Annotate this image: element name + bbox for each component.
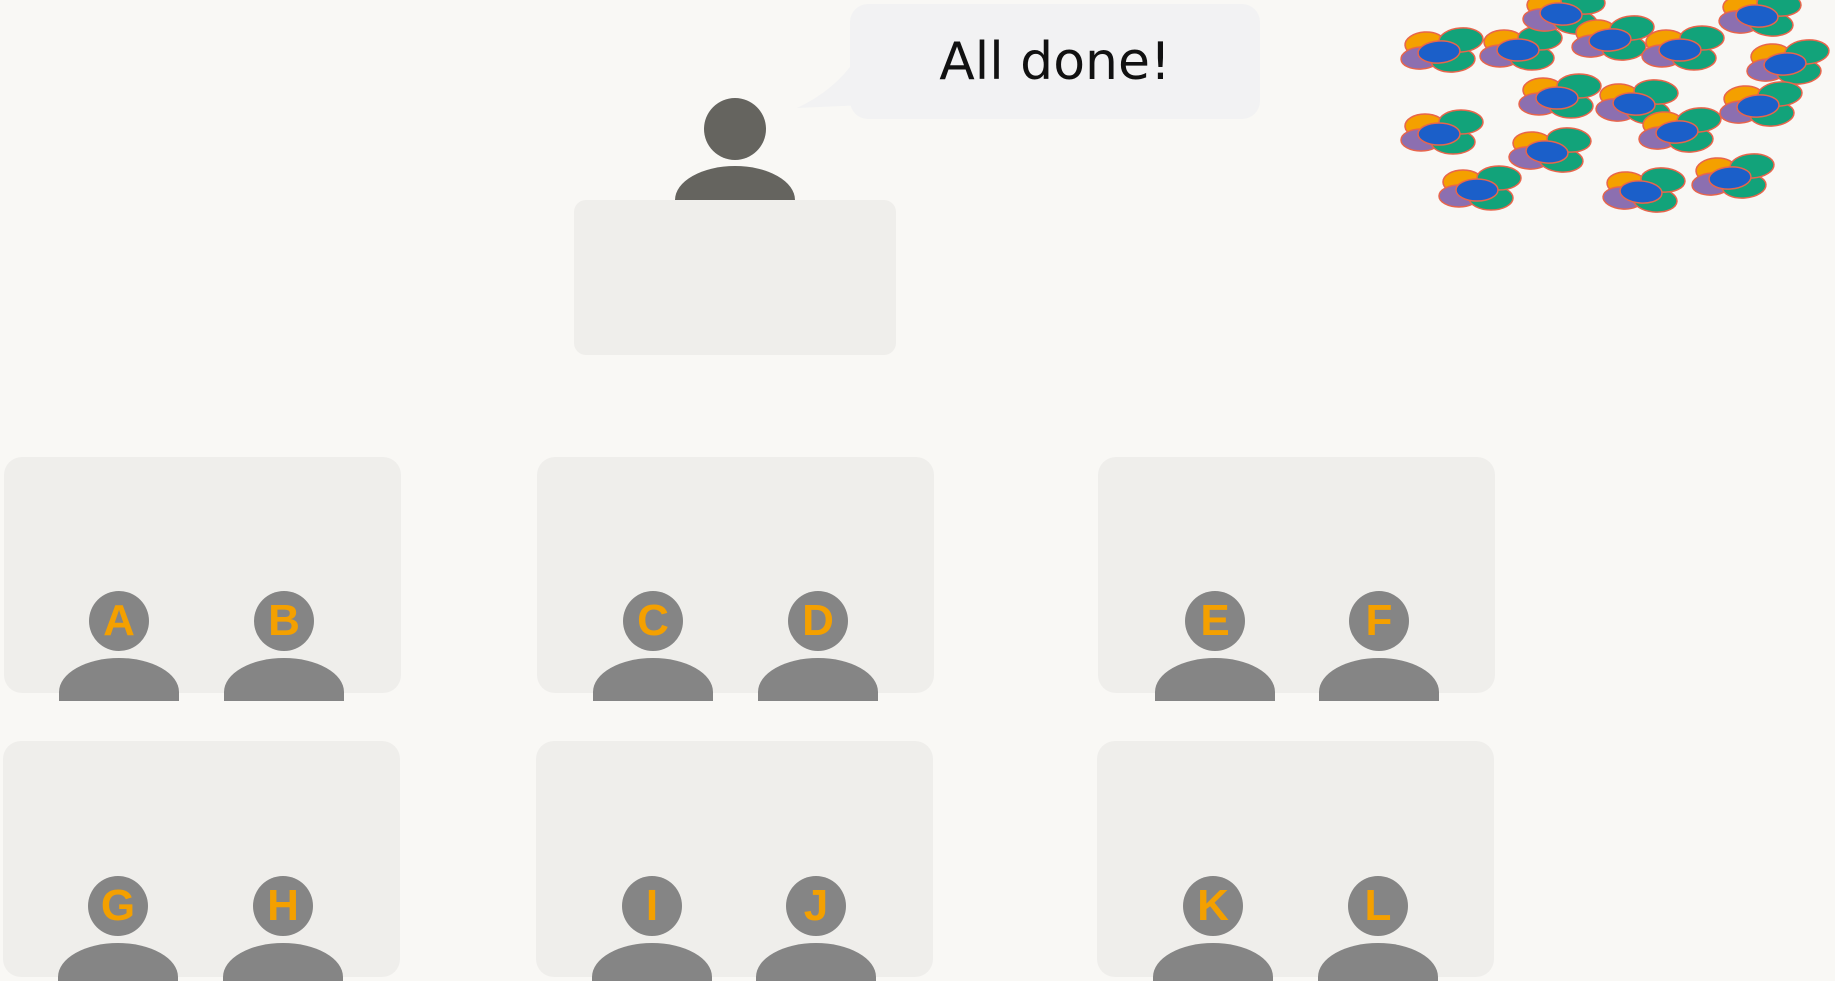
confetti-cluster-icon [1400,0,1830,213]
student-a-body [59,658,179,701]
confetti-cluster [1518,73,1602,119]
teacher-desk [574,200,896,355]
student-c-head: C [623,591,683,651]
student-b-head: B [254,591,314,651]
student-f-head: F [1349,591,1409,651]
student-d-body [758,658,878,701]
student-i-body [592,943,712,981]
confetti-cluster [1479,25,1563,71]
student-h[interactable]: H [218,876,348,981]
student-a-head: A [89,591,149,651]
student-e-body [1155,658,1275,701]
confetti-cluster [1508,127,1592,173]
confetti-cluster [1438,165,1522,211]
teacher-body [675,166,795,201]
teacher-avatar [670,98,800,201]
student-c-body [593,658,713,701]
teacher-head [704,98,766,160]
student-l[interactable]: L [1313,876,1443,981]
student-i[interactable]: I [587,876,717,981]
student-f-body [1319,658,1439,701]
student-b[interactable]: B [219,591,349,701]
confetti-cluster [1400,109,1484,155]
speech-bubble-text: All done! [939,31,1171,92]
student-g-body [58,943,178,981]
student-j-body [756,943,876,981]
student-k-head: K [1183,876,1243,936]
student-g[interactable]: G [53,876,183,981]
student-e[interactable]: E [1150,591,1280,701]
student-d-head: D [788,591,848,651]
student-j-head: J [786,876,846,936]
student-d[interactable]: D [753,591,883,701]
confetti-cluster [1718,0,1802,37]
student-l-body [1318,943,1438,981]
student-j[interactable]: J [751,876,881,981]
student-l-head: L [1348,876,1408,936]
confetti-cluster [1602,167,1686,213]
confetti-cluster [1641,25,1725,71]
student-e-head: E [1185,591,1245,651]
confetti-cluster [1400,27,1484,73]
student-g-head: G [88,876,148,936]
confetti-cluster [1691,153,1775,199]
student-k[interactable]: K [1148,876,1278,981]
confetti-cluster [1719,81,1803,127]
confetti-cluster [1746,39,1830,85]
student-a[interactable]: A [54,591,184,701]
student-b-body [224,658,344,701]
student-h-body [223,943,343,981]
student-f[interactable]: F [1314,591,1444,701]
student-c[interactable]: C [588,591,718,701]
student-h-head: H [253,876,313,936]
student-k-body [1153,943,1273,981]
student-i-head: I [622,876,682,936]
